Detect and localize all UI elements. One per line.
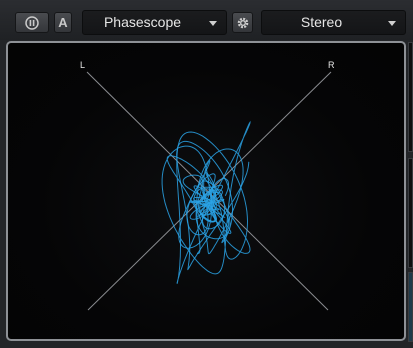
mode-dropdown-label: Stereo xyxy=(300,14,343,30)
view-dropdown-label: Phasescope xyxy=(103,14,182,30)
auto-button-label: A xyxy=(58,15,68,30)
phasescope-trace xyxy=(161,120,251,284)
mode-dropdown[interactable]: Stereo xyxy=(261,10,406,35)
auto-button[interactable]: A xyxy=(54,12,72,33)
toolbar: A Phasescope Stereo xyxy=(0,0,413,40)
side-strip xyxy=(408,272,413,342)
chevron-down-icon xyxy=(388,21,396,26)
left-axis-line xyxy=(86,71,329,311)
side-strip xyxy=(408,158,413,268)
gear-icon xyxy=(237,17,248,28)
phasescope-display: L R xyxy=(6,41,406,341)
pause-button[interactable] xyxy=(15,12,49,33)
view-dropdown[interactable]: Phasescope xyxy=(82,10,227,35)
pause-icon xyxy=(25,15,39,30)
phasescope-plot xyxy=(86,71,332,311)
settings-button[interactable] xyxy=(232,12,253,33)
side-strip xyxy=(408,42,413,152)
chevron-down-icon xyxy=(209,21,217,26)
